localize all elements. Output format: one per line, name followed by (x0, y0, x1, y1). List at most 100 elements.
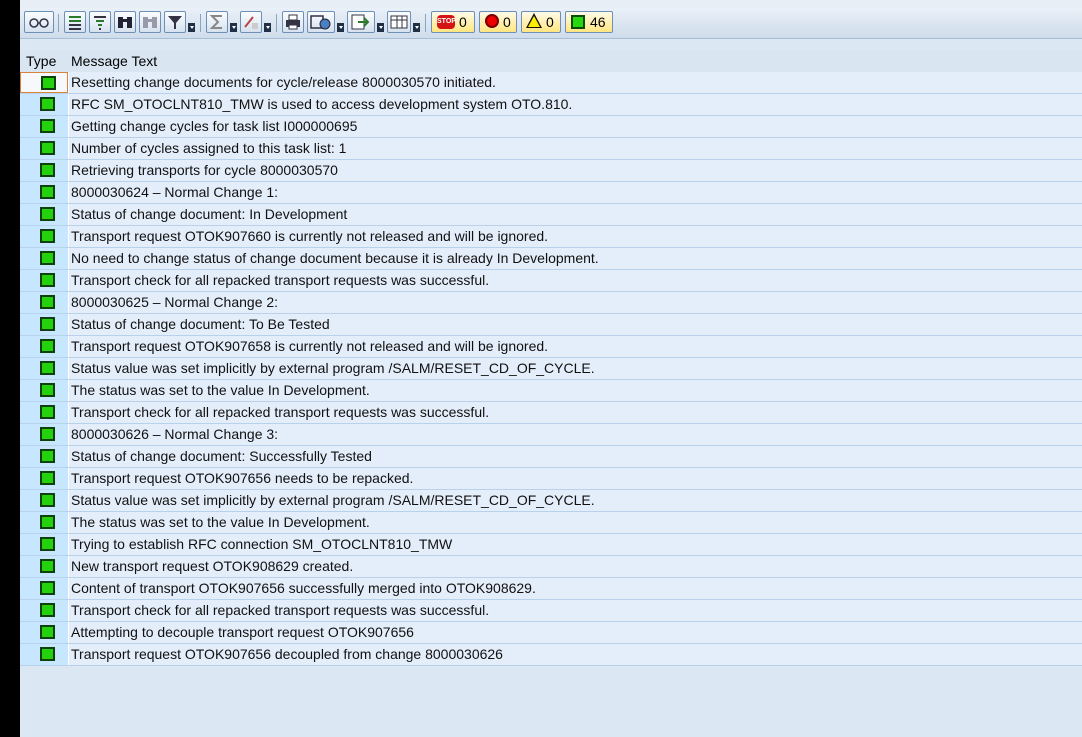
sort-ascending-button[interactable] (64, 11, 86, 33)
table-row[interactable]: RFC SM_OTOCLNT810_TMW is used to access … (20, 94, 1082, 116)
type-cell[interactable] (20, 248, 68, 269)
success-status-icon (40, 493, 55, 507)
table-row[interactable]: The status was set to the value In Devel… (20, 380, 1082, 402)
success-status-icon (40, 383, 55, 397)
column-divider (68, 556, 69, 577)
type-cell[interactable] (20, 314, 68, 335)
column-divider (68, 270, 69, 291)
column-divider (68, 116, 69, 137)
column-divider (68, 314, 69, 335)
find-next-button[interactable] (139, 11, 161, 33)
column-divider (68, 72, 69, 93)
filter-button[interactable] (164, 11, 186, 33)
subtotal-button[interactable] (240, 11, 262, 33)
table-row[interactable]: Transport check for all repacked transpo… (20, 600, 1082, 622)
technical-info-button[interactable] (24, 11, 54, 33)
column-header-type[interactable]: Type (26, 50, 56, 72)
warning-messages-filter[interactable]: 0 (521, 11, 561, 33)
table-row[interactable]: Transport check for all repacked transpo… (20, 270, 1082, 292)
print-button[interactable] (282, 11, 304, 33)
type-cell[interactable] (20, 94, 68, 115)
table-row[interactable]: Status of change document: In Developmen… (20, 204, 1082, 226)
message-text: Getting change cycles for task list I000… (71, 118, 358, 134)
column-header-message-text[interactable]: Message Text (71, 50, 157, 72)
table-row[interactable]: Number of cycles assigned to this task l… (20, 138, 1082, 160)
type-cell[interactable] (20, 644, 68, 665)
success-status-icon (40, 141, 55, 155)
table-row[interactable]: Attempting to decouple transport request… (20, 622, 1082, 644)
layout-button[interactable] (387, 11, 411, 33)
type-cell[interactable] (20, 226, 68, 247)
message-text: Status value was set implicitly by exter… (71, 360, 595, 376)
sort-descending-button[interactable] (89, 11, 111, 33)
error-messages-filter[interactable]: 0 (479, 11, 517, 33)
export-dropdown[interactable] (377, 23, 384, 32)
table-row[interactable]: Status value was set implicitly by exter… (20, 490, 1082, 512)
type-cell[interactable] (20, 556, 68, 577)
table-row[interactable]: Transport request OTOK907660 is currentl… (20, 226, 1082, 248)
type-cell[interactable] (20, 138, 68, 159)
success-status-icon (40, 185, 55, 199)
toolbar-separator (58, 14, 59, 32)
column-divider (68, 534, 69, 555)
type-cell[interactable] (20, 600, 68, 621)
message-text: Transport request OTOK907656 needs to be… (71, 470, 414, 486)
views-button[interactable] (307, 11, 335, 33)
success-status-icon (40, 295, 55, 309)
table-row[interactable]: 8000030625 – Normal Change 2: (20, 292, 1082, 314)
success-status-icon (40, 339, 55, 353)
table-row[interactable]: 8000030626 – Normal Change 3: (20, 424, 1082, 446)
table-row[interactable]: Content of transport OTOK907656 successf… (20, 578, 1082, 600)
table-row[interactable]: Status of change document: To Be Tested (20, 314, 1082, 336)
success-status-icon (40, 537, 55, 551)
type-cell[interactable] (20, 204, 68, 225)
table-row[interactable]: Getting change cycles for task list I000… (20, 116, 1082, 138)
table-row[interactable]: Trying to establish RFC connection SM_OT… (20, 534, 1082, 556)
type-cell[interactable] (20, 446, 68, 467)
type-cell[interactable] (20, 534, 68, 555)
type-cell[interactable] (20, 72, 68, 93)
filter-dropdown[interactable] (188, 23, 195, 32)
type-cell[interactable] (20, 182, 68, 203)
message-text: Retrieving transports for cycle 80000305… (71, 162, 338, 178)
type-cell[interactable] (20, 622, 68, 643)
table-row[interactable]: Transport request OTOK907656 needs to be… (20, 468, 1082, 490)
type-cell[interactable] (20, 116, 68, 137)
column-divider (68, 204, 69, 225)
type-cell[interactable] (20, 292, 68, 313)
table-row[interactable]: Transport check for all repacked transpo… (20, 402, 1082, 424)
stop-messages-filter[interactable]: STOP 0 (431, 11, 475, 33)
table-row[interactable]: Retrieving transports for cycle 80000305… (20, 160, 1082, 182)
find-next-icon (143, 17, 157, 28)
type-cell[interactable] (20, 336, 68, 357)
type-cell[interactable] (20, 424, 68, 445)
type-cell[interactable] (20, 270, 68, 291)
export-button[interactable] (347, 11, 375, 33)
table-row[interactable]: 8000030624 – Normal Change 1: (20, 182, 1082, 204)
type-cell[interactable] (20, 468, 68, 489)
type-cell[interactable] (20, 490, 68, 511)
table-row[interactable]: Resetting change documents for cycle/rel… (20, 72, 1082, 94)
total-button[interactable] (206, 11, 228, 33)
success-status-icon (40, 647, 55, 661)
layout-dropdown[interactable] (413, 23, 420, 32)
type-cell[interactable] (20, 512, 68, 533)
success-messages-filter[interactable]: 46 (565, 11, 613, 33)
type-cell[interactable] (20, 160, 68, 181)
table-row[interactable]: The status was set to the value In Devel… (20, 512, 1082, 534)
subtotal-dropdown[interactable] (264, 23, 271, 32)
type-cell[interactable] (20, 380, 68, 401)
find-button[interactable] (114, 11, 136, 33)
message-text: New transport request OTOK908629 created… (71, 558, 354, 574)
type-cell[interactable] (20, 402, 68, 423)
table-row[interactable]: Status of change document: Successfully … (20, 446, 1082, 468)
table-row[interactable]: Transport request OTOK907656 decoupled f… (20, 644, 1082, 666)
table-row[interactable]: New transport request OTOK908629 created… (20, 556, 1082, 578)
table-row[interactable]: Transport request OTOK907658 is currentl… (20, 336, 1082, 358)
views-dropdown[interactable] (337, 23, 344, 32)
type-cell[interactable] (20, 578, 68, 599)
type-cell[interactable] (20, 358, 68, 379)
total-dropdown[interactable] (230, 23, 237, 32)
table-row[interactable]: Status value was set implicitly by exter… (20, 358, 1082, 380)
table-row[interactable]: No need to change status of change docum… (20, 248, 1082, 270)
